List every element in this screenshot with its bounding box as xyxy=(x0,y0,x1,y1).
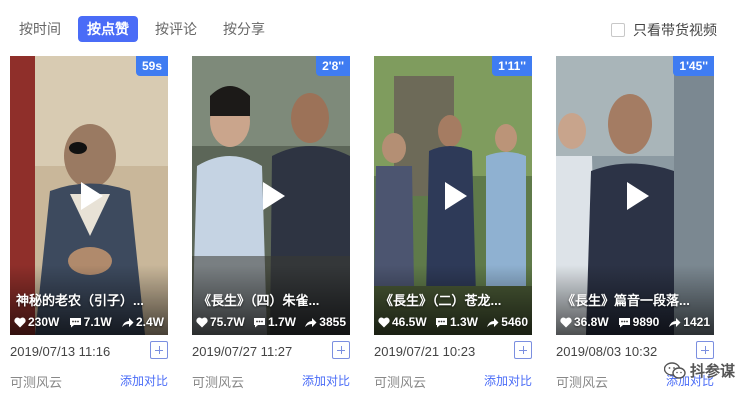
likes-count: 230W xyxy=(28,315,60,329)
likes-count: 75.7W xyxy=(210,315,245,329)
shares-count: 3855 xyxy=(319,315,346,329)
author-name: 可测风云 xyxy=(192,375,245,390)
heart-icon xyxy=(560,317,572,327)
brand-name: 抖参谋 xyxy=(689,363,735,380)
wechat-icon xyxy=(663,361,686,379)
likes-stat: 36.8W xyxy=(560,315,609,329)
video-card[interactable]: 2'8'' 《長生》（四）朱雀... 75.7W 1.7W 3855 2019/… xyxy=(192,56,350,396)
tab-by-time[interactable]: 按时间 xyxy=(10,16,70,42)
comments-count: 9890 xyxy=(632,315,660,329)
sort-tabs: 按时间 按点赞 按评论 按分享 xyxy=(10,16,274,42)
shares-stat: 1421 xyxy=(668,315,710,329)
add-compare-link[interactable]: 添加对比 xyxy=(302,372,350,389)
video-stats: 75.7W 1.7W 3855 xyxy=(196,315,346,329)
share-icon xyxy=(669,317,681,327)
commerce-filter-label: 只看带货视频 xyxy=(633,22,717,38)
video-title: 《長生》（四）朱雀... xyxy=(198,293,320,308)
tab-by-comments[interactable]: 按评论 xyxy=(146,16,206,42)
tab-by-likes[interactable]: 按点赞 xyxy=(78,16,138,42)
video-card[interactable]: 59s 神秘的老农（引子）... 230W 7.1W 2.4W 2019/07/… xyxy=(10,56,168,396)
author-name: 可测风云 xyxy=(374,375,427,390)
video-card[interactable]: 1'11'' 《長生》（二）苍龙... 46.5W 1.3W 5460 2019… xyxy=(374,56,532,396)
shares-stat: 2.4W xyxy=(121,315,164,329)
video-title: 神秘的老农（引子）... xyxy=(16,293,144,308)
add-compare-button[interactable] xyxy=(514,341,532,359)
video-thumbnail[interactable]: 1'45'' 《長生》篇音一段落... 36.8W 9890 1421 xyxy=(556,56,714,335)
play-icon[interactable] xyxy=(251,176,291,216)
add-compare-link[interactable]: 添加对比 xyxy=(484,372,532,389)
add-compare-button[interactable] xyxy=(150,341,168,359)
shares-count: 2.4W xyxy=(135,315,164,329)
heart-icon xyxy=(378,317,390,327)
shares-count: 1421 xyxy=(683,315,710,329)
comments-count: 1.7W xyxy=(267,315,296,329)
duration-badge: 59s xyxy=(135,56,168,76)
duration-badge: 2'8'' xyxy=(316,56,350,76)
heart-icon xyxy=(14,317,26,327)
duration-badge: 1'11'' xyxy=(492,56,532,76)
share-icon xyxy=(305,317,317,327)
share-icon xyxy=(121,317,134,327)
comments-count: 1.3W xyxy=(449,315,478,329)
video-thumbnail[interactable]: 2'8'' 《長生》（四）朱雀... 75.7W 1.7W 3855 xyxy=(192,56,350,335)
video-stats: 46.5W 1.3W 5460 xyxy=(378,315,528,329)
likes-stat: 230W xyxy=(14,315,59,329)
commerce-filter-checkbox[interactable] xyxy=(611,23,625,37)
comment-icon xyxy=(253,317,265,327)
comment-icon xyxy=(69,317,81,327)
publish-date: 2019/08/03 10:32 xyxy=(556,344,658,359)
play-icon[interactable] xyxy=(433,176,473,216)
comments-stat: 1.7W xyxy=(253,315,296,329)
shares-stat: 3855 xyxy=(304,315,346,329)
publish-date: 2019/07/27 11:27 xyxy=(192,344,293,359)
add-compare-button[interactable] xyxy=(696,341,714,359)
likes-count: 46.5W xyxy=(392,315,427,329)
tab-by-shares[interactable]: 按分享 xyxy=(214,16,274,42)
comments-stat: 9890 xyxy=(618,315,660,329)
comment-icon xyxy=(618,317,630,327)
video-title: 《長生》篇音一段落... xyxy=(562,293,690,308)
duration-badge: 1'45'' xyxy=(673,56,714,76)
likes-count: 36.8W xyxy=(574,315,609,329)
add-compare-button[interactable] xyxy=(332,341,350,359)
publish-date: 2019/07/13 11:16 xyxy=(10,344,111,359)
play-icon[interactable] xyxy=(615,176,655,216)
brand-logo: 抖参谋 xyxy=(663,360,735,381)
shares-stat: 5460 xyxy=(486,315,528,329)
video-stats: 36.8W 9890 1421 xyxy=(560,315,710,329)
commerce-filter[interactable]: 只看带货视频 xyxy=(611,20,717,40)
video-title: 《長生》（二）苍龙... xyxy=(380,293,502,308)
author-name: 可测风云 xyxy=(556,375,609,390)
author-name: 可测风云 xyxy=(10,375,63,390)
shares-count: 5460 xyxy=(501,315,528,329)
comments-stat: 7.1W xyxy=(69,315,112,329)
add-compare-link[interactable]: 添加对比 xyxy=(120,372,168,389)
video-thumbnail[interactable]: 59s 神秘的老农（引子）... 230W 7.1W 2.4W xyxy=(10,56,168,335)
publish-date: 2019/07/21 10:23 xyxy=(374,344,476,359)
video-thumbnail[interactable]: 1'11'' 《長生》（二）苍龙... 46.5W 1.3W 5460 xyxy=(374,56,532,335)
comments-count: 7.1W xyxy=(83,315,112,329)
comment-icon xyxy=(435,317,447,327)
likes-stat: 75.7W xyxy=(196,315,245,329)
comments-stat: 1.3W xyxy=(435,315,478,329)
likes-stat: 46.5W xyxy=(378,315,427,329)
play-icon[interactable] xyxy=(69,176,109,216)
video-stats: 230W 7.1W 2.4W xyxy=(14,315,164,329)
heart-icon xyxy=(196,317,208,327)
share-icon xyxy=(487,317,499,327)
video-card[interactable]: 1'45'' 《長生》篇音一段落... 36.8W 9890 1421 2019… xyxy=(556,56,714,396)
